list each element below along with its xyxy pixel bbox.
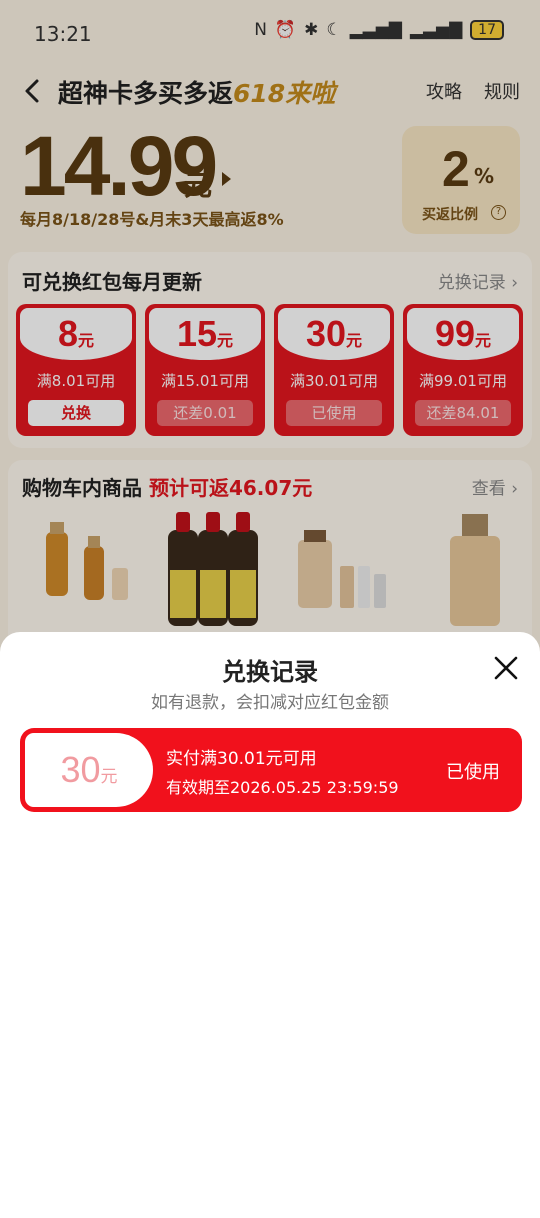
- record-amount-area: 30元: [25, 733, 153, 807]
- close-icon[interactable]: [492, 654, 520, 682]
- record-amount: 30元: [60, 749, 118, 790]
- record-item: 30元 实付满30.01元可用 有效期至2026.05.25 23:59:59 …: [20, 728, 522, 812]
- record-status: 已使用: [446, 762, 500, 783]
- exchange-record-sheet: 兑换记录 如有退款，会扣减对应红包金额 30元 实付满30.01元可用 有效期至…: [0, 632, 540, 1218]
- record-condition: 实付满30.01元可用: [166, 749, 317, 769]
- sheet-subtitle: 如有退款，会扣减对应红包金额: [151, 693, 389, 713]
- sheet-title: 兑换记录: [222, 658, 318, 686]
- record-expiry: 有效期至2026.05.25 23:59:59: [166, 778, 399, 797]
